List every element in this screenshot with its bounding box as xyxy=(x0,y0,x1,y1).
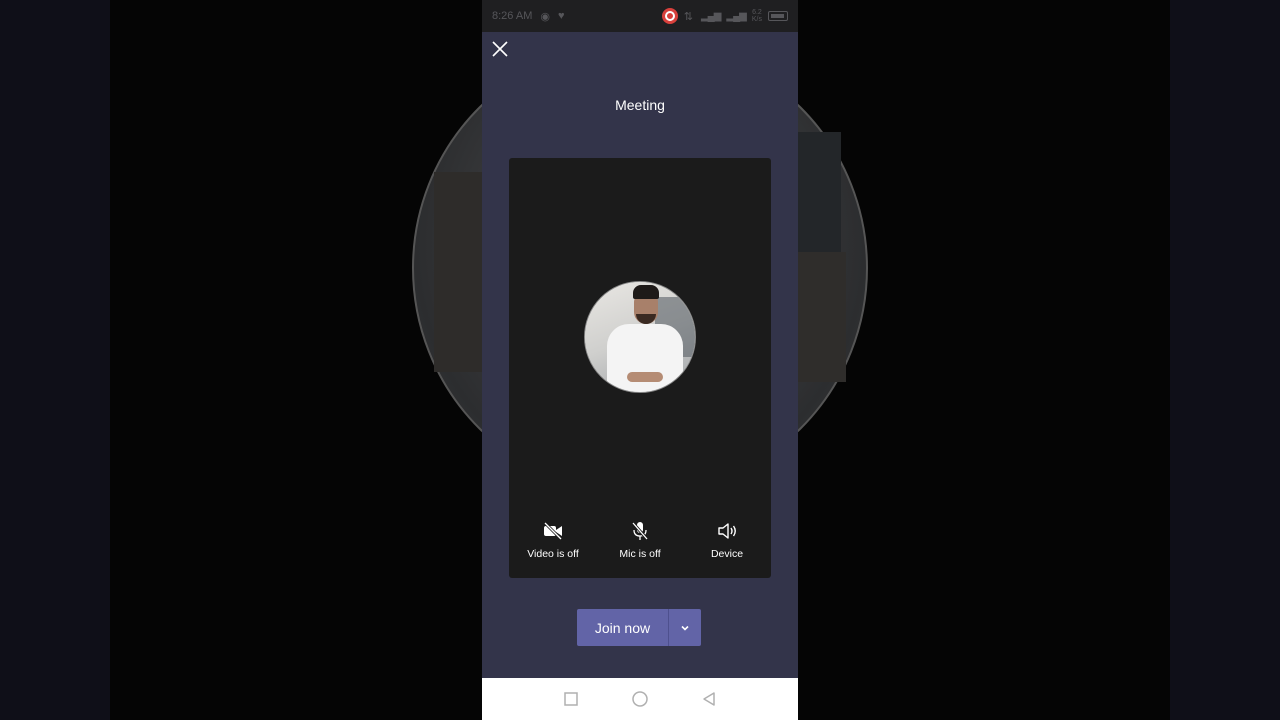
video-preview: Video is off Mic is off Device xyxy=(509,158,771,578)
mic-toggle[interactable]: Mic is off xyxy=(600,520,680,560)
avatar-hair xyxy=(633,285,659,299)
device-controls: Video is off Mic is off Device xyxy=(509,520,771,560)
close-icon xyxy=(492,41,508,57)
battery-icon xyxy=(768,11,788,21)
avatar-hands xyxy=(627,372,663,382)
phone-screen: 8:26 AM ◉ ♥ ⇅ ▂▄▆ ▂▄▆ 6.2 K/s Meeting Vi… xyxy=(482,0,798,720)
speed-value: 6.2 xyxy=(752,9,762,16)
back-triangle-icon xyxy=(702,692,715,706)
close-button[interactable] xyxy=(490,39,510,59)
signal-icon: ▂▄▆ xyxy=(700,10,721,22)
recents-button[interactable] xyxy=(561,689,581,709)
recents-square-icon xyxy=(564,692,579,706)
home-button[interactable] xyxy=(630,689,650,709)
video-status-label: Video is off xyxy=(527,548,579,560)
join-options-dropdown[interactable] xyxy=(669,609,701,646)
status-time: 8:26 AM xyxy=(492,10,533,22)
chevron-down-icon xyxy=(681,625,689,631)
backdrop-shape xyxy=(791,132,841,252)
android-nav-bar xyxy=(482,678,798,720)
speaker-icon xyxy=(718,523,736,539)
signal-icon-2: ▂▄▆ xyxy=(726,10,746,22)
page-title: Meeting xyxy=(615,97,665,113)
status-bar: 8:26 AM ◉ ♥ ⇅ ▂▄▆ ▂▄▆ 6.2 K/s xyxy=(482,0,798,32)
join-now-button[interactable]: Join now xyxy=(577,609,669,646)
mic-status-label: Mic is off xyxy=(619,548,661,560)
data-arrows-icon: ⇅ xyxy=(683,10,693,23)
avatar-shirt xyxy=(607,324,683,392)
home-circle-icon xyxy=(632,691,648,707)
right-letterbox xyxy=(1170,0,1280,720)
network-speed: 6.2 K/s xyxy=(752,9,762,23)
audio-device-button[interactable]: Device xyxy=(687,520,767,560)
heart-icon: ♥ xyxy=(557,10,565,22)
speed-unit: K/s xyxy=(751,16,762,23)
left-letterbox xyxy=(0,0,110,720)
video-off-icon xyxy=(543,521,563,541)
screen-record-icon xyxy=(661,8,678,24)
back-button[interactable] xyxy=(699,689,719,709)
device-label: Device xyxy=(710,548,744,560)
focus-icon: ◉ xyxy=(540,10,550,23)
join-button-group: Join now xyxy=(577,609,701,646)
avatar xyxy=(584,281,696,393)
video-toggle[interactable]: Video is off xyxy=(513,520,593,560)
mic-off-icon xyxy=(631,522,649,540)
